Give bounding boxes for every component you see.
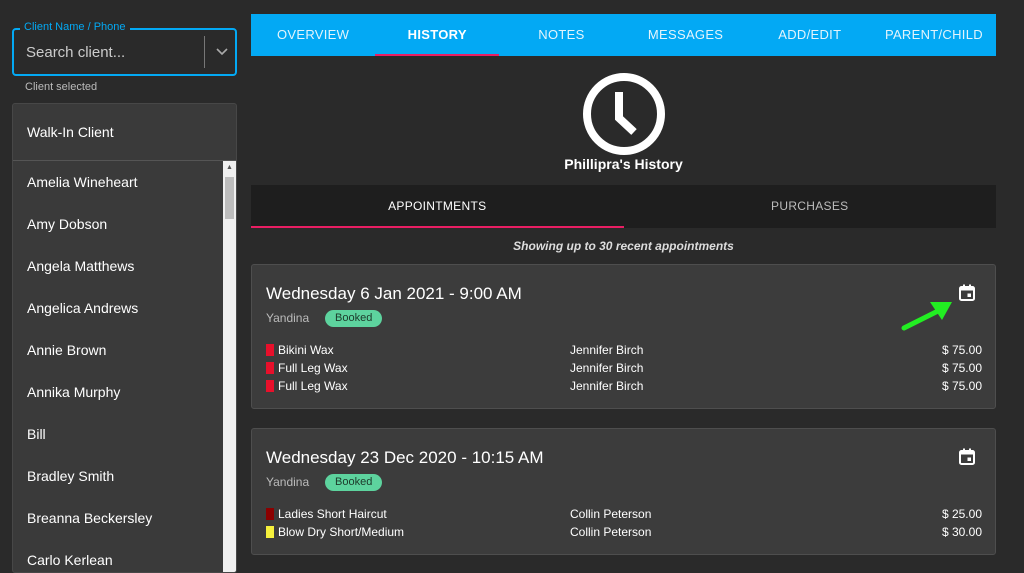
tab-messages[interactable]: MESSAGES <box>624 14 748 56</box>
tab-overview[interactable]: OVERVIEW <box>251 14 375 56</box>
client-list-item[interactable]: Annika Murphy <box>13 371 223 413</box>
client-panel: Client Name / Phone Client selected Walk… <box>0 0 248 573</box>
appointment-location: Yandina <box>266 475 310 489</box>
client-name: Bill <box>27 426 46 442</box>
service-color-swatch <box>266 380 274 392</box>
service-staff: Jennifer Birch <box>570 343 644 357</box>
client-name: Bradley Smith <box>27 468 115 484</box>
search-hint: Client selected <box>25 81 98 93</box>
green-arrow-icon <box>901 302 952 331</box>
tab-history[interactable]: HISTORY <box>375 14 500 56</box>
scroll-up-icon[interactable]: ▲ <box>223 161 236 174</box>
client-name: Angelica Andrews <box>27 300 139 316</box>
client-search-field[interactable] <box>12 28 237 76</box>
tab-notes[interactable]: NOTES <box>499 14 623 56</box>
client-list-item[interactable]: Breanna Beckersley <box>13 497 223 539</box>
service-staff: Jennifer Birch <box>570 361 644 375</box>
chevron-down-icon[interactable] <box>210 36 234 68</box>
client-tabs: OVERVIEW HISTORY NOTES MESSAGES ADD/EDIT PARE… <box>251 14 996 56</box>
client-details: OVERVIEW HISTORY NOTES MESSAGES ADD/EDIT PARE… <box>251 14 996 555</box>
appointment-date: Wednesday 6 Jan 2021 - 9:00 AM <box>266 284 522 303</box>
appointment-location: Yandina <box>266 311 310 325</box>
subtab-purchases[interactable]: PURCHASES <box>624 185 997 228</box>
client-list-item[interactable]: Bill <box>13 413 223 455</box>
service-staff: Collin Peterson <box>570 525 652 539</box>
client-name: Amelia Wineheart <box>27 174 138 190</box>
history-title: Phillipra's History <box>564 156 683 172</box>
search-input[interactable] <box>26 30 196 74</box>
service-name: Full Leg Wax <box>278 379 348 393</box>
scrollbar-thumb[interactable] <box>225 177 234 219</box>
client-list-item[interactable]: Annie Brown <box>13 329 223 371</box>
service-price: $ 75.00 <box>941 379 982 393</box>
tab-parent-child[interactable]: PARENT/CHILD <box>872 14 996 56</box>
client-list-scrollbar[interactable]: ▲ <box>223 161 236 572</box>
calendar-icon[interactable] <box>958 284 976 302</box>
service-price: $ 75.00 <box>941 343 982 357</box>
clock-icon <box>580 70 668 158</box>
appointment-card: Wednesday 23 Dec 2020 - 10:15 AM Yandina B… <box>251 428 996 555</box>
service-color-swatch <box>266 508 274 520</box>
service-price: $ 30.00 <box>941 525 982 539</box>
service-staff: Jennifer Birch <box>570 379 644 393</box>
client-list-item[interactable]: Carlo Kerlean <box>13 539 223 572</box>
service-staff: Collin Peterson <box>570 507 652 521</box>
client-list: Walk-In Client Amelia Wineheart Amy Dobso… <box>12 103 237 573</box>
service-row: Full Leg Wax Jennifer Birch $ 75.00 <box>266 359 982 377</box>
appointment-card: Wednesday 6 Jan 2021 - 9:00 AM Yandina Boo… <box>251 264 996 409</box>
client-items: Amelia Wineheart Amy Dobson Angela Matthew… <box>13 161 223 572</box>
service-row: Bikini Wax Jennifer Birch $ 75.00 <box>266 341 982 359</box>
search-label: Client Name / Phone <box>20 21 130 33</box>
service-row: Blow Dry Short/Medium Collin Peterson $ 30… <box>266 523 982 541</box>
subtab-appointments[interactable]: APPOINTMENTS <box>251 185 624 228</box>
client-list-item[interactable]: Angela Matthews <box>13 245 223 287</box>
appointment-date: Wednesday 23 Dec 2020 - 10:15 AM <box>266 448 544 467</box>
service-name: Blow Dry Short/Medium <box>278 525 405 539</box>
walk-in-client-item[interactable]: Walk-In Client <box>13 104 236 161</box>
status-badge: Booked <box>325 310 383 327</box>
showing-note: Showing up to 30 recent appointments <box>513 239 734 253</box>
tab-add-edit[interactable]: ADD/EDIT <box>748 14 872 56</box>
service-color-swatch <box>266 362 274 374</box>
service-name: Full Leg Wax <box>278 361 348 375</box>
client-list-item[interactable]: Angelica Andrews <box>13 287 223 329</box>
service-price: $ 75.00 <box>941 361 982 375</box>
client-name: Breanna Beckersley <box>27 510 153 526</box>
service-color-swatch <box>266 344 274 356</box>
client-list-item[interactable]: Bradley Smith <box>13 455 223 497</box>
service-row: Full Leg Wax Jennifer Birch $ 75.00 <box>266 377 982 395</box>
service-row: Ladies Short Haircut Collin Peterson $ 25.… <box>266 505 982 523</box>
client-name: Amy Dobson <box>27 216 108 232</box>
status-badge: Booked <box>325 474 383 491</box>
calendar-icon[interactable] <box>958 448 976 466</box>
service-color-swatch <box>266 526 274 538</box>
client-name: Annie Brown <box>27 342 107 358</box>
client-name: Annika Murphy <box>27 384 121 400</box>
history-subtabs: APPOINTMENTS PURCHASES <box>251 185 996 228</box>
service-name: Bikini Wax <box>278 343 334 357</box>
service-price: $ 25.00 <box>941 507 982 521</box>
client-list-item[interactable]: Amy Dobson <box>13 203 223 245</box>
client-list-item[interactable]: Amelia Wineheart <box>13 161 223 203</box>
service-name: Ladies Short Haircut <box>278 507 387 521</box>
client-name: Angela Matthews <box>27 258 135 274</box>
client-name: Carlo Kerlean <box>27 552 113 568</box>
search-divider <box>204 36 205 68</box>
